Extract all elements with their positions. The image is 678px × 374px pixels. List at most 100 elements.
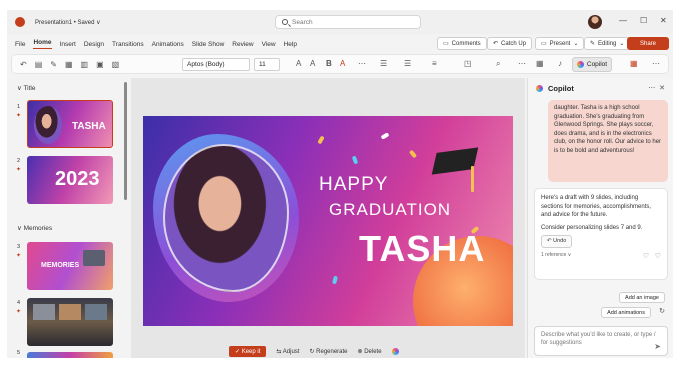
menu-home[interactable]: Home: [33, 39, 52, 49]
copilot-ribbon-button[interactable]: Copilot: [572, 57, 612, 72]
font-size-select[interactable]: 11: [254, 58, 280, 71]
undo-button[interactable]: ↶ Undo: [541, 235, 573, 248]
slide-name[interactable]: TASHA: [359, 228, 485, 270]
designer-ideas-icon[interactable]: ▦: [536, 59, 544, 68]
more-icon[interactable]: ⋯: [358, 59, 366, 68]
bullets-icon[interactable]: ☰: [380, 59, 387, 68]
present-button[interactable]: ▭ Present ⌄: [535, 37, 585, 50]
copilot-icon[interactable]: [391, 347, 399, 355]
slide-line-happy[interactable]: HAPPY: [319, 174, 388, 196]
thumb-year: 2023: [55, 168, 100, 190]
regenerate-button[interactable]: ↻ Regenerate: [309, 348, 347, 355]
powerpoint-logo-icon: [15, 17, 25, 27]
keep-it-label: Keep it: [241, 348, 261, 355]
shapes-icon[interactable]: ◳: [464, 59, 472, 68]
more-icon[interactable]: ⋯: [518, 59, 526, 68]
numbering-icon[interactable]: ☰: [404, 59, 411, 68]
title-bar: Presentation1 • Saved ∨ Search — ☐ ✕: [7, 10, 673, 34]
designer-icon[interactable]: ▧: [112, 60, 120, 69]
menu-review[interactable]: Review: [232, 41, 253, 48]
menu-animations[interactable]: Animations: [152, 41, 184, 48]
confetti: [408, 149, 418, 159]
regenerate-label: Regenerate: [316, 348, 348, 355]
add-ins-icon[interactable]: ▦: [630, 59, 638, 68]
add-animations-label: Add animations: [607, 309, 645, 316]
copilot-close-button[interactable]: ⋯ ✕: [648, 84, 665, 92]
align-icon[interactable]: ≡: [432, 59, 437, 68]
menu-view[interactable]: View: [262, 41, 276, 48]
thumbnails-scrollbar[interactable]: [124, 82, 127, 200]
thumb-photo: [34, 106, 62, 144]
menu-bar: File Home Insert Design Transitions Anim…: [7, 34, 673, 54]
menu-insert[interactable]: Insert: [60, 41, 76, 48]
keep-it-button[interactable]: ✓ Keep it: [229, 345, 267, 357]
add-image-label: Add an image: [625, 294, 659, 301]
find-icon[interactable]: ⌕: [496, 59, 500, 69]
share-label: Share: [639, 40, 656, 47]
menu-file[interactable]: File: [15, 41, 25, 48]
copilot-ribbon-label: Copilot: [586, 61, 608, 68]
undo-icon[interactable]: ↶: [20, 60, 27, 69]
close-button[interactable]: ✕: [660, 16, 667, 25]
comments-button[interactable]: ▭ Comments: [437, 37, 487, 50]
section-icon[interactable]: ▣: [96, 60, 104, 69]
grow-font-icon[interactable]: A: [296, 59, 301, 68]
minimize-button[interactable]: —: [619, 16, 627, 25]
present-icon: ▭: [541, 41, 547, 47]
menu-design[interactable]: Design: [84, 41, 104, 48]
slide[interactable]: HAPPY GRADUATION TASHA: [143, 116, 513, 326]
delete-button[interactable]: ⊗ Delete: [358, 348, 382, 355]
delete-label: Delete: [364, 348, 382, 355]
ribbon-toolbar: ↶ ▤ ✎ ▦ ▥ ▣ ▧ Aptos (Body) 11 A A B A ⋯ …: [11, 54, 669, 74]
section-memories[interactable]: ∨ Memories: [17, 224, 52, 232]
tassel-decoration: [471, 166, 474, 192]
slide-number: 2: [17, 158, 21, 164]
thumbs-down-icon[interactable]: ♡: [655, 253, 661, 262]
thumb-photo: [59, 304, 81, 320]
copilot-star-icon: ✦: [16, 253, 22, 259]
copilot-star-icon: ✦: [16, 167, 22, 173]
editing-button[interactable]: ✎ Editing ⌄: [584, 37, 631, 50]
overflow-icon[interactable]: ⋯: [652, 59, 660, 68]
menu-help[interactable]: Help: [284, 41, 297, 48]
slide-thumbnail-4[interactable]: [27, 298, 113, 346]
copilot-prompt-input[interactable]: Describe what you'd like to create, or t…: [534, 326, 668, 356]
add-animations-suggestion[interactable]: Add animations: [601, 307, 651, 318]
response-text-2: Consider personalizing slides 7 and 9.: [541, 224, 643, 231]
slide-thumbnail-5[interactable]: [27, 352, 113, 358]
shrink-font-icon[interactable]: A: [310, 59, 315, 68]
slide-thumbnail-3[interactable]: MEMORIES: [27, 242, 113, 290]
font-name-select[interactable]: Aptos (Body): [182, 58, 250, 71]
bold-icon[interactable]: B: [326, 59, 332, 68]
refresh-suggestions-icon[interactable]: ↻: [659, 307, 665, 315]
font-color-icon[interactable]: A: [340, 59, 345, 68]
thumb-photo: [33, 304, 55, 320]
avatar[interactable]: [588, 15, 602, 29]
paste-icon[interactable]: ▤: [35, 60, 43, 69]
menu-slide-show[interactable]: Slide Show: [192, 41, 225, 48]
maximize-button[interactable]: ☐: [640, 16, 647, 25]
comments-label: Comments: [451, 40, 481, 47]
undo-label: Undo: [553, 238, 567, 244]
chevron-down-icon: ⌄: [573, 41, 579, 47]
copilot-response: Here's a draft with 9 slides, including …: [534, 188, 668, 280]
copilot-star-icon: ✦: [16, 113, 22, 119]
slide-line-graduation[interactable]: GRADUATION: [329, 200, 451, 220]
layout-icon[interactable]: ▥: [81, 60, 89, 69]
slide-thumbnail-1[interactable]: TASHA: [27, 100, 113, 148]
section-title[interactable]: ∨ Title: [17, 84, 36, 92]
catchup-button[interactable]: ↶ Catch Up: [487, 37, 533, 50]
slide-thumbnail-2[interactable]: 2023: [27, 156, 113, 204]
search-input[interactable]: Search: [275, 15, 421, 29]
add-image-suggestion[interactable]: Add an image: [619, 292, 665, 303]
file-title[interactable]: Presentation1 • Saved ∨: [35, 19, 101, 26]
send-icon[interactable]: ➤: [654, 343, 661, 351]
share-button[interactable]: Share: [627, 37, 669, 50]
thumbs-up-icon[interactable]: ♡: [643, 253, 649, 262]
menu-transitions[interactable]: Transitions: [112, 41, 144, 48]
dictate-icon[interactable]: ♪: [558, 59, 562, 68]
thumb-memories: MEMORIES: [41, 262, 80, 269]
format-painter-icon[interactable]: ✎: [50, 60, 57, 69]
new-slide-icon[interactable]: ▦: [65, 60, 73, 69]
adjust-button[interactable]: ⇆ Adjust: [276, 348, 299, 355]
